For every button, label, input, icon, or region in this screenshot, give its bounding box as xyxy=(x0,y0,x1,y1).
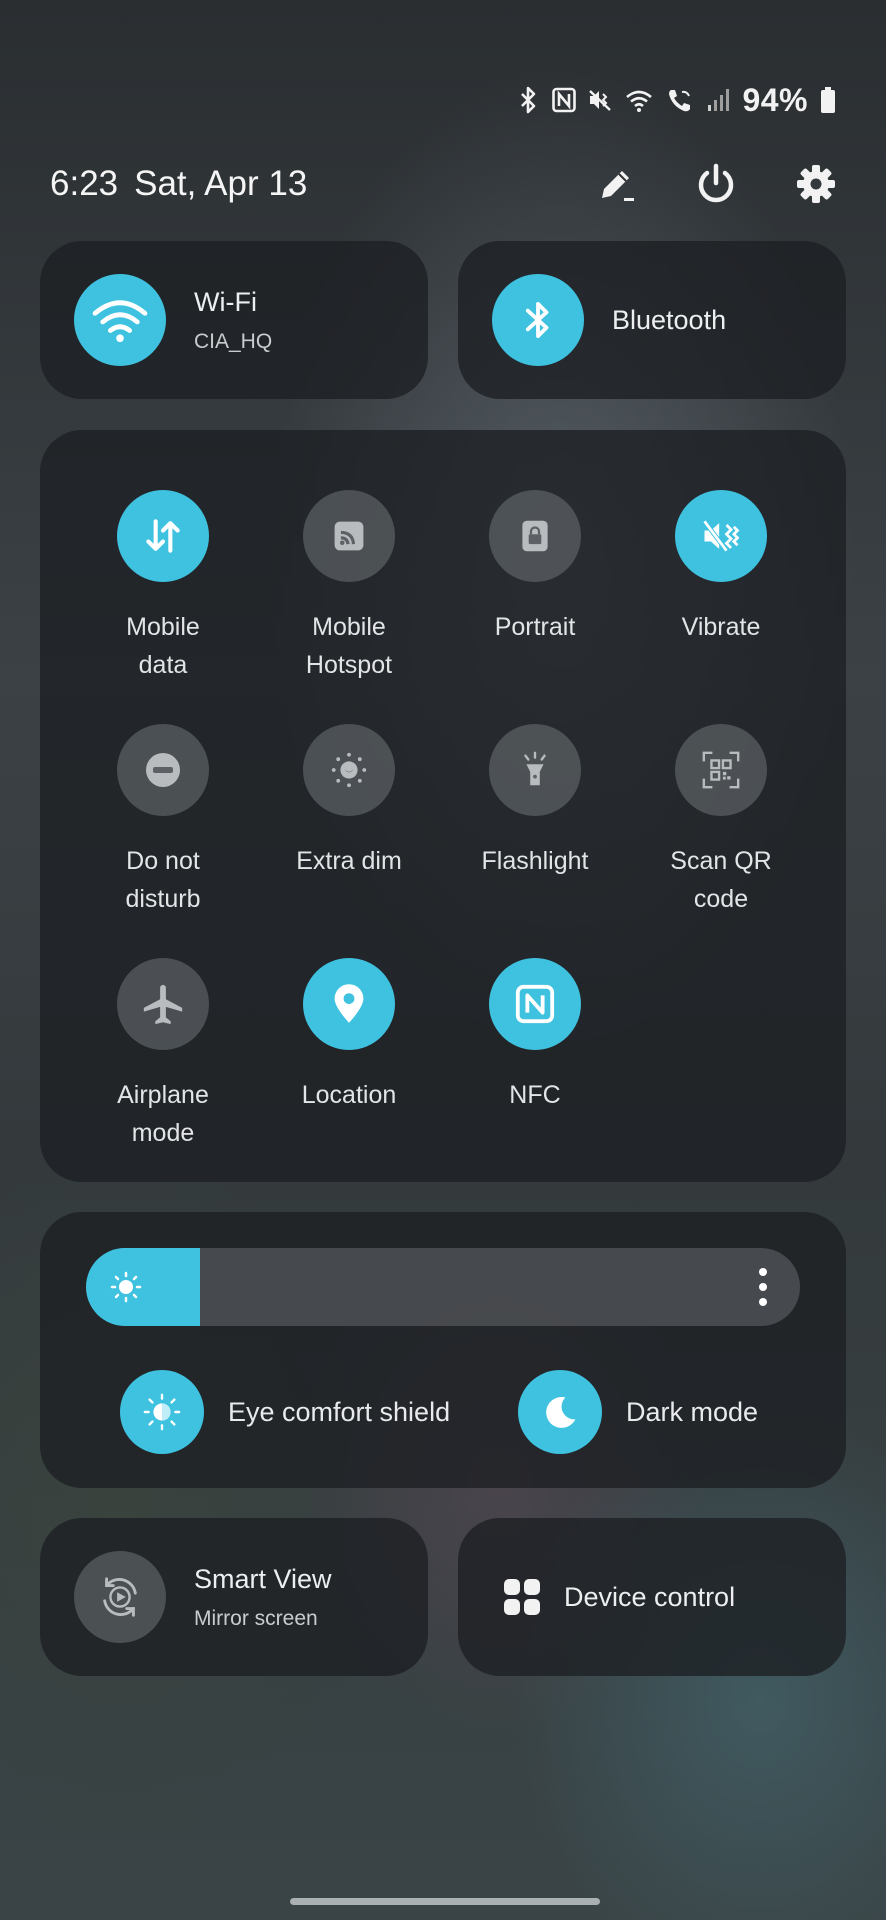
brightness-slider[interactable] xyxy=(86,1248,800,1326)
bluetooth-text: Bluetooth xyxy=(612,305,726,336)
airplane-toggle[interactable] xyxy=(117,958,209,1050)
portrait-toggle[interactable] xyxy=(489,490,581,582)
dnd-toggle[interactable] xyxy=(117,724,209,816)
mobile-data-icon xyxy=(146,519,180,553)
dark-mode-label: Dark mode xyxy=(626,1396,759,1427)
tile-label: Mobile data xyxy=(126,613,200,679)
quick-settings-grid: Mobile data Mobile Hotspot Portrait Vibr… xyxy=(40,430,846,1182)
smart-view-icon xyxy=(103,1577,137,1617)
bluetooth-icon xyxy=(525,301,549,339)
wifi-icon xyxy=(92,300,148,343)
tile-do-not-disturb[interactable]: Do not disturb xyxy=(70,724,256,918)
extra-dim-icon xyxy=(331,752,367,788)
eye-comfort-circle[interactable] xyxy=(120,1370,204,1454)
eye-comfort-toggle[interactable]: Eye comfort shield xyxy=(120,1370,450,1454)
nfc-icon xyxy=(552,87,577,113)
edit-icon[interactable] xyxy=(594,162,638,206)
tile-nfc[interactable]: NFC xyxy=(442,958,628,1114)
device-control-icon xyxy=(504,1579,540,1615)
bluetooth-icon xyxy=(521,86,536,114)
brightness-fill xyxy=(86,1248,201,1326)
qr-scan-icon xyxy=(702,751,740,789)
eye-comfort-icon xyxy=(143,1393,181,1431)
nfc-icon xyxy=(515,984,555,1024)
vibrate-icon xyxy=(589,90,612,111)
clock-date: 6:23 Sat, Apr 13 xyxy=(50,164,323,204)
wifi-icon xyxy=(626,90,653,112)
tile-vibrate[interactable]: Vibrate xyxy=(628,490,814,646)
status-bar: 94% xyxy=(516,80,836,120)
wifi-text: Wi-Fi CIA_HQ xyxy=(194,287,272,354)
vibrate-icon xyxy=(702,519,740,553)
battery-icon xyxy=(821,87,835,113)
airplane-icon xyxy=(143,984,183,1025)
dark-mode-circle[interactable] xyxy=(518,1370,602,1454)
smart-view-circle[interactable] xyxy=(74,1551,166,1643)
more-vertical-icon[interactable] xyxy=(756,1266,770,1308)
wifi-tile[interactable]: Wi-Fi CIA_HQ xyxy=(40,241,428,399)
header-actions xyxy=(594,162,838,206)
battery-percent: 94% xyxy=(742,81,808,118)
tile-label: Do not disturb xyxy=(125,847,201,913)
portrait-lock-icon xyxy=(522,520,548,552)
location-toggle[interactable] xyxy=(303,958,395,1050)
eye-comfort-label: Eye comfort shield xyxy=(228,1396,451,1427)
hotspot-toggle[interactable] xyxy=(303,490,395,582)
bluetooth-title: Bluetooth xyxy=(612,304,727,335)
tile-mobile-hotspot[interactable]: Mobile Hotspot xyxy=(256,490,442,684)
tile-extra-dim[interactable]: Extra dim xyxy=(256,724,442,880)
brightness-panel: Eye comfort shield Dark mode xyxy=(40,1212,846,1488)
tile-flashlight[interactable]: Flashlight xyxy=(442,724,628,880)
tile-label: Vibrate xyxy=(681,613,761,641)
flashlight-toggle[interactable] xyxy=(489,724,581,816)
wifi-network-name: CIA_HQ xyxy=(194,329,273,353)
sun-icon xyxy=(110,1271,142,1303)
wifi-toggle[interactable] xyxy=(74,274,166,366)
tile-label: NFC xyxy=(509,1081,561,1109)
tile-label: Extra dim xyxy=(296,847,402,875)
bluetooth-tile[interactable]: Bluetooth xyxy=(458,241,846,399)
nfc-toggle[interactable] xyxy=(489,958,581,1050)
tile-portrait[interactable]: Portrait xyxy=(442,490,628,646)
smart-view-title: Smart View xyxy=(194,1563,332,1594)
qr-toggle[interactable] xyxy=(675,724,767,816)
tile-mobile-data[interactable]: Mobile data xyxy=(70,490,256,684)
device-control-tile[interactable]: Device control xyxy=(458,1518,846,1676)
tile-label: Portrait xyxy=(494,613,576,641)
flashlight-icon xyxy=(524,751,546,786)
date: Sat, Apr 13 xyxy=(134,164,308,203)
wifi-title: Wi-Fi xyxy=(194,286,257,317)
smart-view-tile[interactable]: Smart View Mirror screen xyxy=(40,1518,428,1676)
tile-label: Airplane mode xyxy=(117,1081,209,1147)
extra-dim-toggle[interactable] xyxy=(303,724,395,816)
power-icon[interactable] xyxy=(694,162,738,206)
tile-scan-qr[interactable]: Scan QR code xyxy=(628,724,814,918)
do-not-disturb-icon xyxy=(146,753,180,787)
tile-label: Scan QR code xyxy=(670,847,772,913)
wifi-calling-icon xyxy=(669,90,691,112)
device-control-title: Device control xyxy=(564,1581,736,1612)
smart-view-text: Smart View Mirror screen xyxy=(194,1564,332,1631)
home-indicator[interactable] xyxy=(290,1898,600,1905)
smart-view-subtitle: Mirror screen xyxy=(194,1606,318,1630)
tile-location[interactable]: Location xyxy=(256,958,442,1114)
tile-airplane-mode[interactable]: Airplane mode xyxy=(70,958,256,1152)
location-icon xyxy=(334,984,364,1023)
dark-mode-toggle[interactable]: Dark mode xyxy=(518,1370,758,1454)
vibrate-toggle[interactable] xyxy=(675,490,767,582)
device-control-text: Device control xyxy=(564,1582,735,1613)
tile-label: Flashlight xyxy=(481,847,589,875)
clock: 6:23 xyxy=(50,164,119,203)
signal-icon xyxy=(708,89,730,111)
bluetooth-toggle[interactable] xyxy=(492,274,584,366)
moon-icon xyxy=(546,1396,576,1428)
tile-label: Mobile Hotspot xyxy=(305,613,393,679)
tile-label: Location xyxy=(301,1081,397,1109)
mobile-data-toggle[interactable] xyxy=(117,490,209,582)
settings-icon[interactable] xyxy=(794,162,838,206)
hotspot-icon xyxy=(334,521,364,551)
